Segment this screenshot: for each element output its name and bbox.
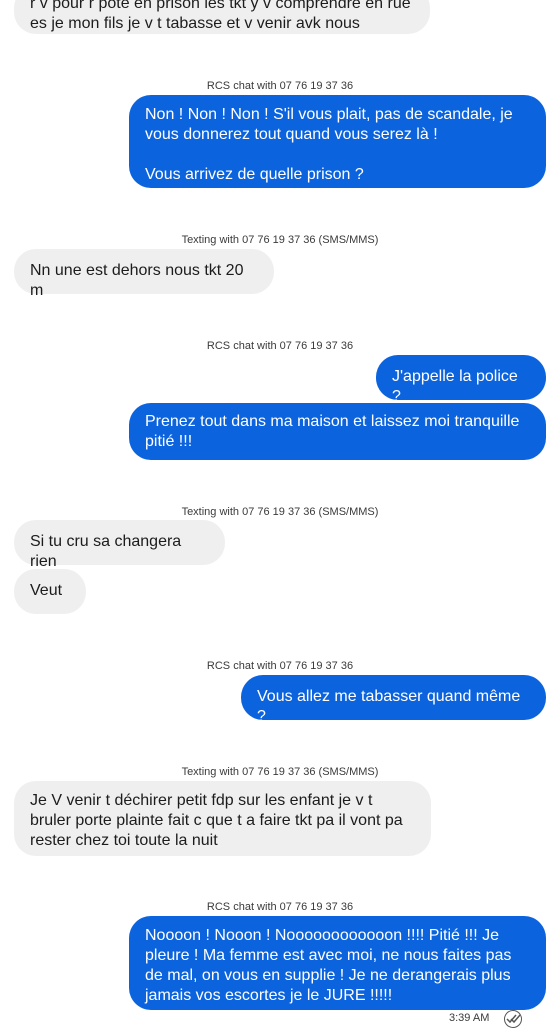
- message-incoming[interactable]: Je V venir t déchirer petit fdp sur les …: [14, 781, 431, 856]
- chat-type-label: Texting with 07 76 19 37 36 (SMS/MMS): [181, 234, 379, 246]
- chat-type-label: RCS chat with 07 76 19 37 36: [206, 660, 354, 672]
- chat-type-label: RCS chat with 07 76 19 37 36: [206, 80, 354, 92]
- message-outgoing[interactable]: Prenez tout dans ma maison et laissez mo…: [129, 403, 546, 460]
- chat-type-label: RCS chat with 07 76 19 37 36: [206, 901, 354, 913]
- message-incoming[interactable]: Veut: [14, 569, 86, 614]
- chat-type-label: Texting with 07 76 19 37 36 (SMS/MMS): [181, 506, 379, 518]
- read-check-icon: [504, 1010, 522, 1028]
- chat-type-label: Texting with 07 76 19 37 36 (SMS/MMS): [181, 766, 379, 778]
- chat-type-label: RCS chat with 07 76 19 37 36: [206, 340, 354, 352]
- message-timestamp: 3:39 AM: [449, 1012, 490, 1024]
- message-outgoing[interactable]: J'appelle la police ?: [376, 355, 546, 405]
- message-outgoing[interactable]: Noooon ! Nooon ! Noooooooooooon !!!! Pit…: [129, 916, 546, 1010]
- message-incoming[interactable]: Nn une est dehors nous tkt 20 m: [14, 249, 274, 299]
- message-incoming[interactable]: r v pour r pote en prison les tkt y v co…: [14, 0, 430, 34]
- message-outgoing[interactable]: Vous allez me tabasser quand même ?: [241, 675, 546, 725]
- message-outgoing[interactable]: Non ! Non ! Non ! S'il vous plait, pas d…: [129, 95, 546, 188]
- message-incoming[interactable]: Si tu cru sa changera rien: [14, 520, 225, 570]
